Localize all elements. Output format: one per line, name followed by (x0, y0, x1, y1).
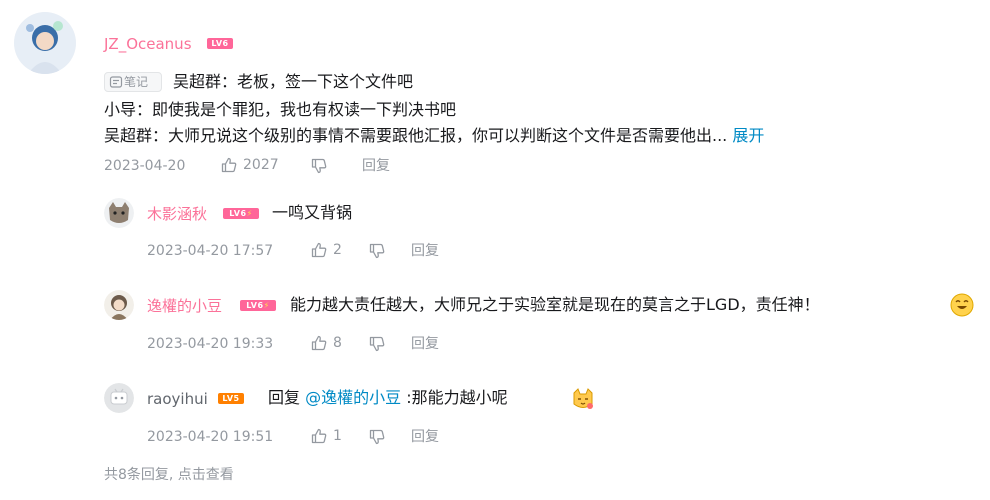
avatar[interactable] (14, 12, 76, 74)
username[interactable]: 木影涵秋 (147, 204, 207, 224)
reply-text-content: :那能力越小呢 (406, 388, 508, 407)
thumb-up-icon (311, 335, 327, 351)
reply-prefix: 回复 (268, 388, 301, 407)
reply-date: 2023-04-20 17:57 (147, 243, 274, 259)
note-tag[interactable]: 笔记 (104, 72, 162, 92)
dislike-button[interactable] (368, 335, 386, 353)
reply-label: 回复 (411, 429, 439, 445)
level-text: LV5 (222, 394, 240, 403)
level-text: LV6 (229, 209, 247, 218)
smile-emoji-icon (950, 293, 974, 317)
reply-label: 回复 (411, 336, 439, 352)
like-count: 2 (333, 242, 342, 258)
mention-link[interactable]: @逸權的小豆 (305, 388, 401, 407)
level-text: LV6 (211, 39, 229, 48)
comment-line-3-text: 吴超群：大师兄说这个级别的事情不需要跟他汇报，你可以判断这个文件是否需要他出..… (104, 126, 728, 145)
reply-text: 回复 @逸權的小豆 :那能力越小呢 (268, 386, 508, 410)
reply-text-content: 能力越大责任越大，大师兄之于实验室就是现在的莫言之于LGD，责任神！ (290, 295, 820, 314)
thumb-down-icon (369, 336, 385, 352)
reply-text: 一鸣又背锅 (272, 203, 353, 222)
like-button[interactable]: 2027 (220, 156, 279, 174)
reply-button[interactable]: 回复 (411, 335, 439, 353)
reply-button[interactable]: 回复 (411, 242, 439, 260)
thumb-up-icon (311, 428, 327, 444)
comment-line-3: 吴超群：大师兄说这个级别的事情不需要跟他汇报，你可以判断这个文件是否需要他出..… (104, 124, 764, 148)
avatar[interactable] (104, 383, 134, 413)
expand-link[interactable]: 展开 (732, 126, 764, 145)
view-more-replies-link[interactable]: 共8条回复, 点击查看 (104, 466, 234, 484)
comment-line-1: 吴超群：老板，签一下这个文件吧 (173, 72, 414, 91)
like-button[interactable]: 8 (310, 334, 342, 352)
like-count: 2027 (243, 157, 279, 173)
cat-emoji-icon (573, 388, 593, 409)
reply-date: 2023-04-20 19:33 (147, 336, 274, 352)
like-count: 1 (333, 428, 342, 444)
like-button[interactable]: 1 (310, 427, 342, 445)
level-badge: LV6⚡ (240, 300, 276, 311)
comment-date: 2023-04-20 (104, 158, 186, 174)
username[interactable]: 逸權的小豆 (147, 296, 222, 316)
level-text: LV6 (246, 301, 264, 310)
level-badge: LV5 (218, 393, 244, 404)
reply-label: 回复 (411, 243, 439, 259)
thumb-down-icon (369, 243, 385, 259)
reply-button[interactable]: 回复 (362, 157, 390, 175)
dislike-button[interactable] (368, 242, 386, 260)
like-count: 8 (333, 335, 342, 351)
avatar[interactable] (104, 198, 134, 228)
thumb-down-icon (311, 158, 327, 174)
level-badge: LV6⚡ (223, 208, 259, 219)
reply-label: 回复 (362, 158, 390, 174)
avatar[interactable] (104, 290, 134, 320)
like-button[interactable]: 2 (310, 241, 342, 259)
note-icon (109, 76, 123, 88)
level-badge: LV6 (207, 38, 233, 49)
username[interactable]: JZ_Oceanus (104, 34, 192, 54)
reply-date: 2023-04-20 19:51 (147, 429, 274, 445)
comment-line-2: 小导：即使我是个罪犯，我也有权读一下判决书吧 (104, 100, 457, 119)
dislike-button[interactable] (368, 428, 386, 446)
username[interactable]: raoyihui (147, 389, 208, 409)
thumb-down-icon (369, 429, 385, 445)
reply-button[interactable]: 回复 (411, 428, 439, 446)
note-tag-label: 笔记 (124, 75, 149, 89)
thumb-up-icon (221, 157, 237, 173)
reply-text: 能力越大责任越大，大师兄之于实验室就是现在的莫言之于LGD，责任神！ (290, 293, 820, 317)
dislike-button[interactable] (310, 157, 328, 175)
thumb-up-icon (311, 242, 327, 258)
